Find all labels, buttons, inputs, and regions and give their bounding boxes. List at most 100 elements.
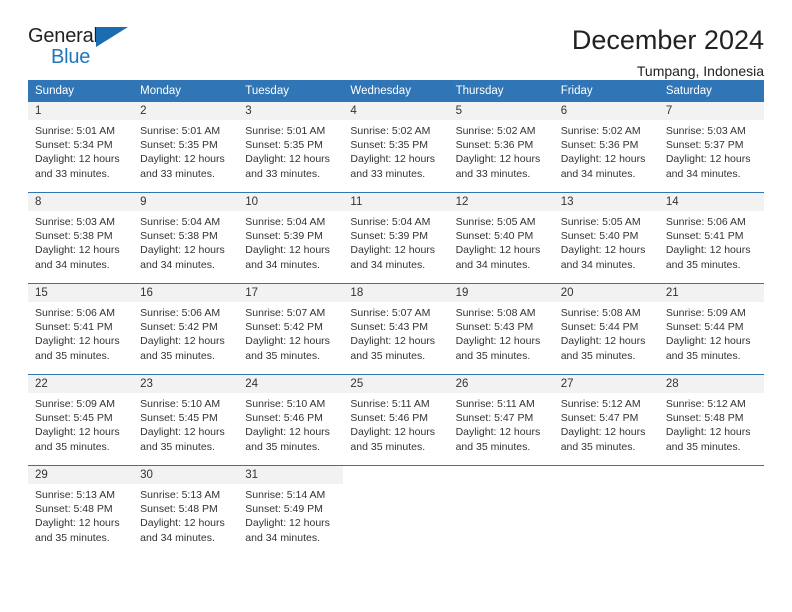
calendar-day-cell[interactable]: 26 Sunrise: 5:11 AM Sunset: 5:47 PM Dayligh… [448,374,554,466]
day-cell-inner: 28 Sunrise: 5:12 AM Sunset: 5:48 PM Dayligh… [658,375,764,465]
calendar-day-cell[interactable]: 24 Sunrise: 5:10 AM Sunset: 5:46 PM Dayligh… [238,374,344,466]
calendar-day-cell[interactable]: 19 Sunrise: 5:08 AM Sunset: 5:43 PM Dayligh… [448,283,554,375]
sunset-text: Sunset: 5:47 PM [455,412,534,425]
sunset-text: Sunset: 5:44 PM [560,321,639,334]
calendar-day-cell[interactable]: 21 Sunrise: 5:09 AM Sunset: 5:44 PM Dayligh… [658,283,764,375]
day-details: Sunrise: 5:12 AM Sunset: 5:48 PM Daylight:… [659,393,764,454]
calendar-day-cell[interactable]: 17 Sunrise: 5:07 AM Sunset: 5:42 PM Dayligh… [238,283,344,375]
day-details: Sunrise: 5:01 AM Sunset: 5:35 PM Daylight:… [133,120,238,181]
calendar-day-cell[interactable]: 16 Sunrise: 5:06 AM Sunset: 5:42 PM Dayligh… [133,283,239,375]
sunrise-text: Sunrise: 5:01 AM [35,125,115,137]
day-number [659,466,764,484]
day-details: Sunrise: 5:11 AM Sunset: 5:47 PM Daylight:… [449,393,554,454]
day-cell-inner: 8 Sunrise: 5:03 AM Sunset: 5:38 PM Daylight… [28,193,134,283]
day-details: Sunrise: 5:07 AM Sunset: 5:42 PM Daylight:… [238,302,343,363]
sunrise-text: Sunrise: 5:02 AM [455,125,536,137]
sunset-text: Sunset: 5:42 PM [140,321,218,334]
brand-logo[interactable]: General Blue [28,26,138,72]
calendar-day-cell[interactable]: 31 Sunrise: 5:14 AM Sunset: 5:49 PM Dayligh… [238,465,344,556]
weekday-header-saturday: Saturday [658,80,764,102]
daylight-text-line1: Daylight: 12 hours [245,517,330,530]
sunset-text: Sunset: 5:41 PM [35,321,113,334]
calendar-day-cell[interactable]: 22 Sunrise: 5:09 AM Sunset: 5:45 PM Dayligh… [28,374,134,466]
calendar-day-cell[interactable]: 25 Sunrise: 5:11 AM Sunset: 5:46 PM Dayligh… [343,374,449,466]
daylight-text-line2: and 34 minutes. [560,167,636,180]
calendar-week-row: 1 Sunrise: 5:01 AM Sunset: 5:34 PM Daylight… [28,102,764,193]
calendar-day-cell[interactable]: 2 Sunrise: 5:01 AM Sunset: 5:35 PM Daylight… [133,102,239,193]
daylight-text-line2: and 35 minutes. [665,440,741,453]
daylight-text-line2: and 35 minutes. [560,440,636,453]
calendar-day-cell[interactable]: 18 Sunrise: 5:07 AM Sunset: 5:43 PM Dayligh… [343,283,449,375]
calendar-day-cell[interactable]: 7 Sunrise: 5:03 AM Sunset: 5:37 PM Daylight… [658,102,764,193]
calendar-day-cell[interactable]: 23 Sunrise: 5:10 AM Sunset: 5:45 PM Dayligh… [133,374,239,466]
calendar-day-cell[interactable]: 3 Sunrise: 5:01 AM Sunset: 5:35 PM Daylight… [238,102,344,193]
day-cell-inner: 23 Sunrise: 5:10 AM Sunset: 5:45 PM Dayligh… [133,375,239,465]
calendar-day-cell[interactable]: 14 Sunrise: 5:06 AM Sunset: 5:41 PM Dayligh… [658,192,764,284]
day-number: 23 [133,375,239,393]
daylight-text-line2: and 34 minutes. [560,258,636,271]
sunrise-text: Sunrise: 5:12 AM [665,398,746,410]
sunset-text: Sunset: 5:45 PM [140,412,218,425]
day-number: 6 [553,102,659,120]
calendar-day-cell[interactable]: 20 Sunrise: 5:08 AM Sunset: 5:44 PM Dayligh… [553,283,659,375]
day-number: 1 [28,102,134,120]
sunrise-text: Sunrise: 5:04 AM [140,216,221,228]
daylight-text-line2: and 34 minutes. [245,258,320,271]
day-details: Sunrise: 5:09 AM Sunset: 5:44 PM Daylight:… [659,302,764,363]
day-details: Sunrise: 5:10 AM Sunset: 5:46 PM Daylight:… [238,393,343,454]
sunrise-text: Sunrise: 5:05 AM [560,216,641,228]
day-cell-inner: 1 Sunrise: 5:01 AM Sunset: 5:34 PM Daylight… [28,102,134,192]
day-details: Sunrise: 5:03 AM Sunset: 5:38 PM Daylight:… [28,211,133,272]
calendar-week-row: 22 Sunrise: 5:09 AM Sunset: 5:45 PM Dayligh… [28,374,764,466]
weekday-header-tuesday: Tuesday [238,80,344,102]
daylight-text-line1: Daylight: 12 hours [455,244,541,257]
sunrise-text: Sunrise: 5:09 AM [665,307,746,319]
day-details: Sunrise: 5:13 AM Sunset: 5:48 PM Daylight:… [28,484,133,545]
daylight-text-line1: Daylight: 12 hours [665,153,751,166]
sunrise-text: Sunrise: 5:01 AM [140,125,221,137]
calendar-day-cell[interactable]: 4 Sunrise: 5:02 AM Sunset: 5:35 PM Daylight… [343,102,449,193]
calendar-day-cell[interactable]: 28 Sunrise: 5:12 AM Sunset: 5:48 PM Dayligh… [658,374,764,466]
day-cell-inner: 15 Sunrise: 5:06 AM Sunset: 5:41 PM Dayligh… [28,284,134,374]
calendar-day-cell[interactable]: 29 Sunrise: 5:13 AM Sunset: 5:48 PM Dayligh… [28,465,134,556]
sunrise-text: Sunrise: 5:06 AM [140,307,221,319]
sunset-text: Sunset: 5:49 PM [245,503,323,516]
sunset-text: Sunset: 5:35 PM [350,139,429,152]
day-details: Sunrise: 5:04 AM Sunset: 5:39 PM Daylight:… [343,211,448,272]
calendar-day-cell[interactable]: 9 Sunrise: 5:04 AM Sunset: 5:38 PM Daylight… [133,192,239,284]
day-details: Sunrise: 5:07 AM Sunset: 5:43 PM Daylight:… [343,302,448,363]
calendar-day-cell-empty [553,465,659,556]
calendar-day-cell[interactable]: 5 Sunrise: 5:02 AM Sunset: 5:36 PM Daylight… [448,102,554,193]
weekday-header-thursday: Thursday [448,80,554,102]
daylight-text-line1: Daylight: 12 hours [140,335,225,348]
daylight-text-line2: and 34 minutes. [140,531,215,544]
calendar-day-cell[interactable]: 8 Sunrise: 5:03 AM Sunset: 5:38 PM Daylight… [28,192,134,284]
calendar-day-cell[interactable]: 6 Sunrise: 5:02 AM Sunset: 5:36 PM Daylight… [553,102,659,193]
calendar-day-cell[interactable]: 13 Sunrise: 5:05 AM Sunset: 5:40 PM Dayligh… [553,192,659,284]
day-details: Sunrise: 5:01 AM Sunset: 5:34 PM Daylight:… [28,120,133,181]
day-number: 21 [658,284,764,302]
calendar-day-cell[interactable]: 1 Sunrise: 5:01 AM Sunset: 5:34 PM Daylight… [28,102,134,193]
sunrise-text: Sunrise: 5:04 AM [350,216,431,228]
daylight-text-line1: Daylight: 12 hours [245,244,330,257]
calendar-day-cell[interactable]: 30 Sunrise: 5:13 AM Sunset: 5:48 PM Dayligh… [133,465,239,556]
sunrise-text: Sunrise: 5:02 AM [560,125,641,137]
daylight-text-line2: and 35 minutes. [35,531,110,544]
sunset-text: Sunset: 5:35 PM [140,139,218,152]
day-number: 5 [448,102,554,120]
daylight-text-line1: Daylight: 12 hours [455,426,541,439]
sunset-text: Sunset: 5:41 PM [665,230,744,243]
daylight-text-line1: Daylight: 12 hours [140,244,225,257]
daylight-text-line2: and 35 minutes. [665,258,741,271]
day-number: 2 [133,102,239,120]
sunset-text: Sunset: 5:46 PM [245,412,323,425]
day-number: 9 [133,193,239,211]
daylight-text-line1: Daylight: 12 hours [455,153,541,166]
calendar-day-cell[interactable]: 27 Sunrise: 5:12 AM Sunset: 5:47 PM Dayligh… [553,374,659,466]
calendar-day-cell[interactable]: 10 Sunrise: 5:04 AM Sunset: 5:39 PM Dayligh… [238,192,344,284]
calendar-day-cell[interactable]: 11 Sunrise: 5:04 AM Sunset: 5:39 PM Dayligh… [343,192,449,284]
day-cell-inner: 12 Sunrise: 5:05 AM Sunset: 5:40 PM Dayligh… [448,193,554,283]
calendar-day-cell[interactable]: 12 Sunrise: 5:05 AM Sunset: 5:40 PM Dayligh… [448,192,554,284]
day-details: Sunrise: 5:02 AM Sunset: 5:35 PM Daylight:… [343,120,448,181]
calendar-day-cell[interactable]: 15 Sunrise: 5:06 AM Sunset: 5:41 PM Dayligh… [28,283,134,375]
